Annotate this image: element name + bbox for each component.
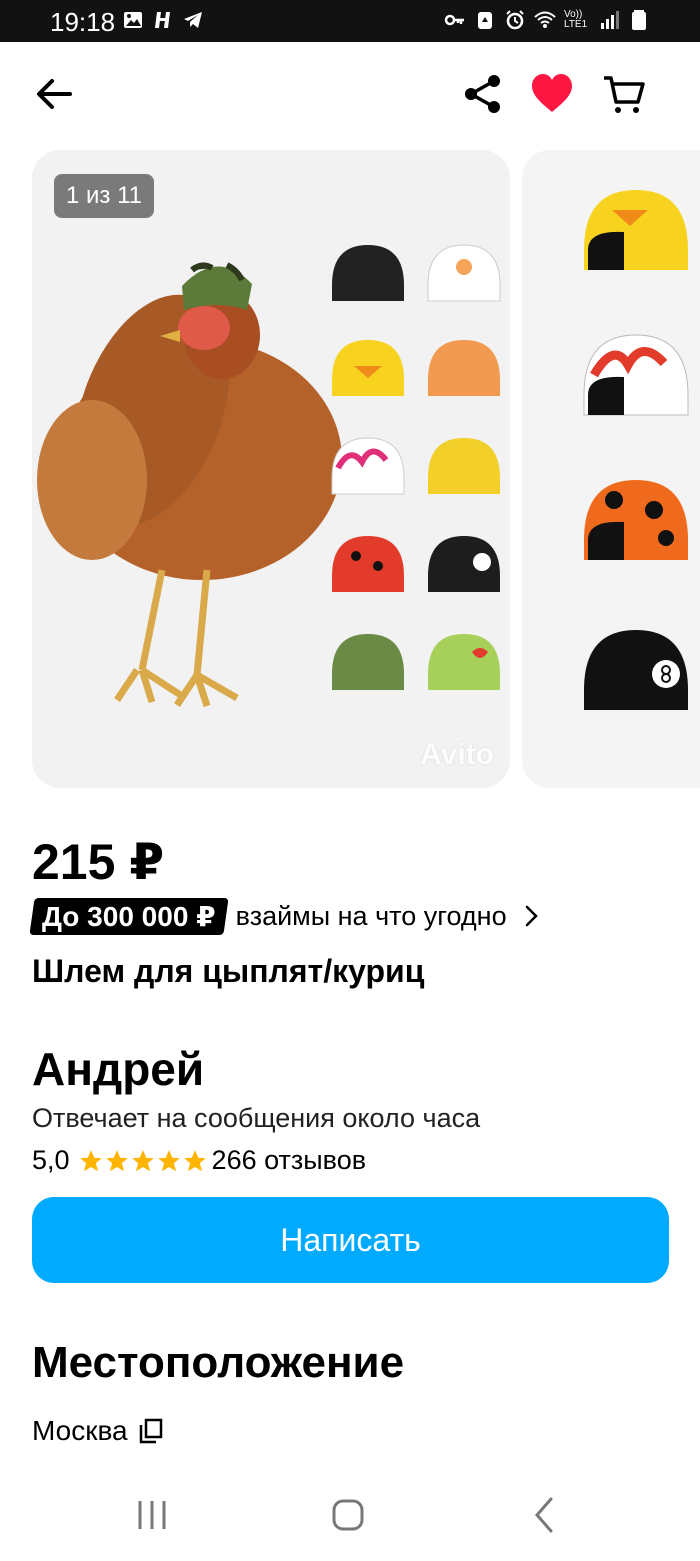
heart-icon[interactable] bbox=[530, 72, 574, 116]
recent-apps-icon[interactable] bbox=[132, 1495, 172, 1535]
image-icon bbox=[124, 12, 142, 28]
product-photo[interactable]: 1 из 11 Avito bbox=[32, 150, 510, 788]
key-icon bbox=[444, 14, 464, 26]
rating-stars bbox=[78, 1148, 208, 1174]
home-icon[interactable] bbox=[328, 1495, 368, 1535]
chicken-helmets-image bbox=[37, 244, 501, 708]
loan-offer-link[interactable]: До 300 000 ₽ взаймы на что угодно bbox=[29, 896, 541, 936]
status-bar: 19:18 Vo)) LTE1 bbox=[0, 0, 700, 42]
write-message-button[interactable]: Написать bbox=[32, 1197, 669, 1283]
photo-gallery[interactable]: 1 из 11 Avito bbox=[0, 150, 700, 790]
star-icon bbox=[105, 1149, 128, 1171]
star-icon bbox=[79, 1149, 102, 1171]
listing-title: Шлем для цыплят/куриц bbox=[32, 953, 425, 989]
seller-reply-time: Отвечает на сообщения около часа bbox=[32, 1103, 481, 1133]
rating-value: 5,0 bbox=[32, 1145, 70, 1175]
recycle-icon bbox=[478, 12, 492, 29]
loan-text: взаймы на что угодно bbox=[235, 900, 507, 931]
photo-counter: 1 из 11 bbox=[54, 174, 155, 218]
location-heading: Местоположение bbox=[32, 1338, 405, 1387]
city-name: Москва bbox=[32, 1415, 128, 1446]
battery-icon bbox=[632, 10, 646, 30]
seller-rating[interactable]: 5,0 266 отзывов bbox=[32, 1145, 366, 1176]
toolbar bbox=[0, 42, 700, 150]
seller-name[interactable]: Андрей bbox=[32, 1042, 204, 1096]
next-photo-preview[interactable] bbox=[522, 150, 700, 788]
price: 215 ₽ bbox=[32, 834, 165, 890]
telegram-icon bbox=[184, 12, 202, 28]
cart-icon[interactable] bbox=[602, 72, 646, 116]
arrow-left-icon[interactable] bbox=[32, 72, 76, 116]
avito-watermark: Avito bbox=[420, 738, 494, 771]
chevron-right-icon bbox=[525, 905, 538, 927]
back-icon[interactable] bbox=[525, 1495, 565, 1535]
share-icon[interactable] bbox=[461, 72, 505, 116]
status-time: 19:18 bbox=[50, 7, 116, 37]
helmets-closeup-image bbox=[583, 190, 689, 710]
signal-icon bbox=[601, 11, 619, 29]
wifi-icon bbox=[534, 11, 556, 28]
star-icon bbox=[183, 1149, 206, 1171]
system-nav-bar bbox=[0, 1471, 700, 1561]
alarm-icon bbox=[506, 10, 524, 30]
h-app-icon bbox=[155, 12, 170, 28]
volte-indicator: Vo)) LTE1 bbox=[564, 9, 588, 30]
star-icon bbox=[157, 1149, 180, 1171]
location-city[interactable]: Москва bbox=[32, 1415, 164, 1447]
loan-badge: До 300 000 ₽ bbox=[29, 897, 229, 935]
copy-icon[interactable] bbox=[138, 1418, 164, 1444]
star-icon bbox=[131, 1149, 154, 1171]
reviews-count: 266 отзывов bbox=[211, 1145, 367, 1175]
